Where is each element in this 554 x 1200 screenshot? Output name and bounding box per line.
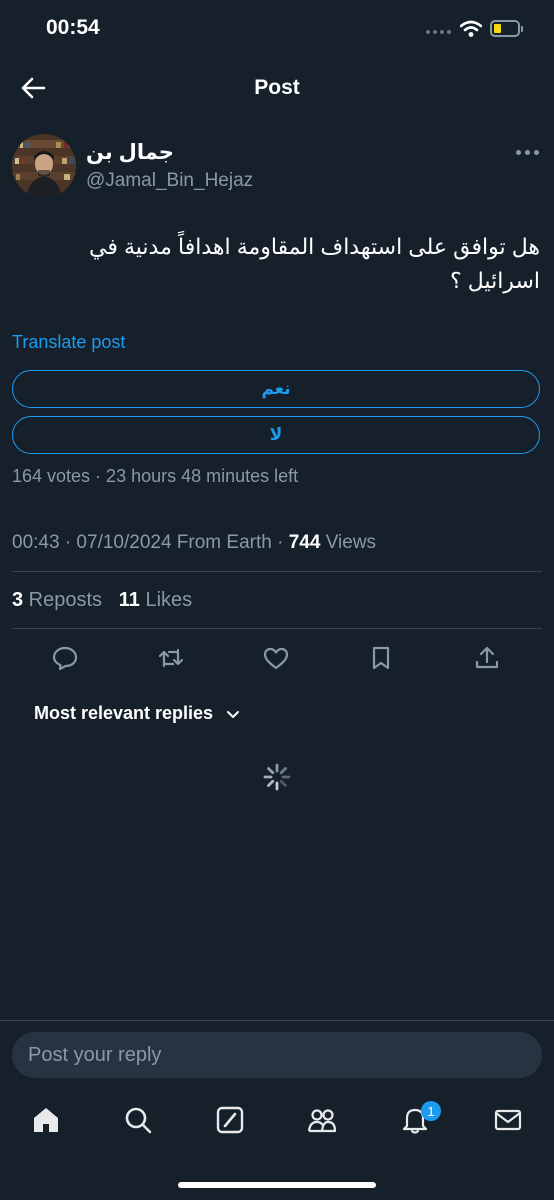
avatar[interactable] (12, 134, 76, 198)
communities-icon[interactable] (306, 1104, 338, 1136)
cellular-signal-icon (426, 30, 451, 34)
replies-sort-dropdown[interactable]: Most relevant replies (34, 703, 241, 724)
timestamp-text: 00:43 · 07/10/2024 From Earth · (12, 532, 289, 553)
repost-icon[interactable] (157, 644, 185, 672)
divider (12, 628, 542, 629)
home-icon[interactable] (30, 1104, 62, 1136)
post-timestamp: 00:43 · 07/10/2024 From Earth · 744 View… (12, 532, 376, 554)
notifications-badge: 1 (421, 1101, 441, 1121)
battery-icon (490, 20, 523, 37)
status-time: 00:54 (46, 16, 100, 39)
share-icon[interactable] (473, 644, 501, 672)
poll-meta: 164 votes · 23 hours 48 minutes left (12, 466, 299, 486)
translate-post-link[interactable]: Translate post (12, 332, 125, 353)
replies-sort-label: Most relevant replies (34, 703, 214, 723)
more-icon[interactable] (516, 150, 539, 155)
search-icon[interactable] (122, 1104, 154, 1136)
wifi-icon (460, 20, 482, 38)
reply-icon[interactable] (51, 644, 79, 672)
reply-input[interactable] (12, 1032, 542, 1078)
page-title: Post (254, 76, 300, 99)
author-name[interactable]: جمال بن (86, 140, 174, 165)
loading-spinner-icon (262, 762, 292, 792)
reposts-label[interactable]: Reposts (23, 589, 102, 611)
views-count[interactable]: 744 (289, 532, 321, 553)
divider (0, 1020, 554, 1021)
divider (12, 571, 542, 572)
grok-icon[interactable] (214, 1104, 246, 1136)
poll-option-no[interactable]: لا (12, 416, 540, 454)
bookmark-icon[interactable] (367, 644, 395, 672)
engagement-stats: 3 Reposts 11 Likes (12, 589, 192, 612)
likes-count[interactable]: 11 (119, 589, 140, 611)
poll-option-yes[interactable]: نعم (12, 370, 540, 408)
messages-icon[interactable] (492, 1104, 524, 1136)
post-text: هل توافق على استهداف المقاومة اهدافاً مد… (89, 234, 540, 293)
like-icon[interactable] (262, 644, 290, 672)
home-indicator[interactable] (178, 1182, 376, 1188)
author-handle[interactable]: @Jamal_Bin_Hejaz (86, 170, 253, 192)
chevron-down-icon (227, 710, 240, 718)
views-label: Views (320, 532, 377, 553)
reposts-count[interactable]: 3 (12, 589, 23, 611)
likes-label[interactable]: Likes (140, 589, 192, 611)
